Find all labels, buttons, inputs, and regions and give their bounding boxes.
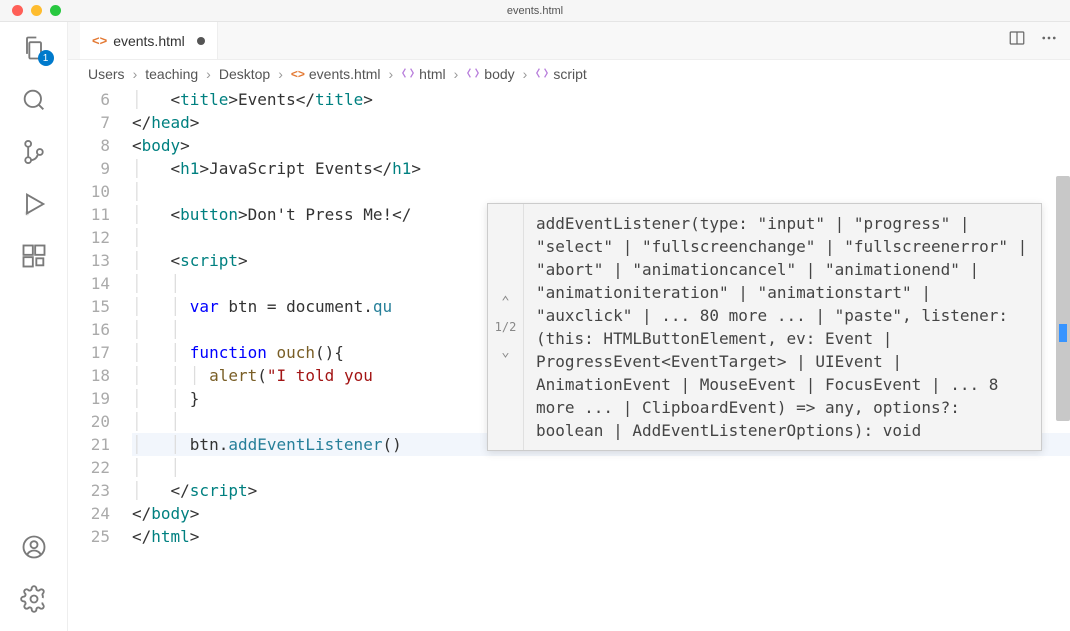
editor-area: <> events.html Users › teaching › Deskto… — [68, 22, 1070, 631]
close-window-button[interactable] — [12, 5, 23, 16]
line-number: 21 — [68, 433, 110, 456]
settings-gear-icon[interactable] — [20, 585, 48, 613]
html-file-icon: <> — [291, 67, 305, 81]
window-titlebar: events.html — [0, 0, 1070, 22]
breadcrumb-file[interactable]: <> events.html — [291, 66, 381, 82]
scrollbar-thumb[interactable] — [1056, 176, 1070, 421]
breadcrumb-symbol-body[interactable]: body — [466, 66, 514, 83]
line-number: 20 — [68, 410, 110, 433]
line-number: 6 — [68, 88, 110, 111]
split-editor-icon[interactable] — [1008, 29, 1026, 52]
minimize-window-button[interactable] — [31, 5, 42, 16]
breadcrumb-segment: Users — [88, 66, 125, 82]
search-icon[interactable] — [20, 86, 48, 114]
chevron-right-icon: › — [523, 66, 528, 82]
line-number: 23 — [68, 479, 110, 502]
symbol-icon — [535, 66, 549, 83]
chevron-right-icon: › — [133, 66, 138, 82]
minimap-cursor-marker — [1059, 324, 1067, 342]
window-controls — [0, 5, 61, 16]
line-number: 24 — [68, 502, 110, 525]
activity-bar: 1 — [0, 22, 68, 631]
line-number: 11 — [68, 203, 110, 226]
unsaved-indicator-icon — [197, 37, 205, 45]
chevron-down-icon[interactable]: ⌄ — [501, 341, 509, 364]
chevron-right-icon: › — [206, 66, 211, 82]
line-number: 14 — [68, 272, 110, 295]
line-number: 16 — [68, 318, 110, 341]
symbol-icon — [466, 66, 480, 83]
tab-label: events.html — [113, 33, 185, 49]
line-number: 8 — [68, 134, 110, 157]
signature-counter: 1/2 — [495, 316, 517, 339]
tab-events-html[interactable]: <> events.html — [80, 22, 218, 59]
signature-text: addEventListener(type: "input" | "progre… — [524, 204, 1041, 450]
breadcrumb-symbol-script[interactable]: script — [535, 66, 586, 83]
more-actions-icon[interactable] — [1040, 29, 1058, 52]
chevron-right-icon: › — [278, 66, 283, 82]
line-number: 10 — [68, 180, 110, 203]
line-number: 7 — [68, 111, 110, 134]
line-number: 19 — [68, 387, 110, 410]
extensions-icon[interactable] — [20, 242, 48, 270]
html-file-icon: <> — [92, 33, 107, 48]
line-number: 25 — [68, 525, 110, 548]
line-number: 18 — [68, 364, 110, 387]
line-number: 22 — [68, 456, 110, 479]
chevron-right-icon: › — [454, 66, 459, 82]
line-number: 17 — [68, 341, 110, 364]
code-editor[interactable]: 678910111213141516171819202122232425 │ <… — [68, 88, 1070, 631]
maximize-window-button[interactable] — [50, 5, 61, 16]
symbol-icon — [401, 66, 415, 83]
line-number: 13 — [68, 249, 110, 272]
accounts-icon[interactable] — [20, 533, 48, 561]
source-control-icon[interactable] — [20, 138, 48, 166]
code-content[interactable]: │ <title>Events</title> </head> <body> │… — [132, 88, 1070, 631]
breadcrumb-symbol-html[interactable]: html — [401, 66, 445, 83]
tab-bar: <> events.html — [68, 22, 1070, 60]
line-number: 9 — [68, 157, 110, 180]
editor-actions — [1008, 29, 1058, 52]
chevron-right-icon: › — [388, 66, 393, 82]
chevron-up-icon[interactable]: ⌃ — [501, 291, 509, 314]
breadcrumb-segment: Desktop — [219, 66, 270, 82]
signature-nav: ⌃ 1/2 ⌄ — [488, 204, 524, 450]
breadcrumb-segment: teaching — [145, 66, 198, 82]
main-area: 1 <> events.html — [0, 22, 1070, 631]
line-number: 15 — [68, 295, 110, 318]
window-title: events.html — [507, 5, 563, 17]
breadcrumb[interactable]: Users › teaching › Desktop › <> events.h… — [68, 60, 1070, 88]
explorer-badge: 1 — [38, 50, 54, 66]
run-debug-icon[interactable] — [20, 190, 48, 218]
vertical-scrollbar[interactable] — [1056, 176, 1070, 631]
line-number-gutter: 678910111213141516171819202122232425 — [68, 88, 132, 631]
signature-help-tooltip: ⌃ 1/2 ⌄ addEventListener(type: "input" |… — [487, 203, 1042, 451]
line-number: 12 — [68, 226, 110, 249]
explorer-icon[interactable]: 1 — [20, 34, 48, 62]
